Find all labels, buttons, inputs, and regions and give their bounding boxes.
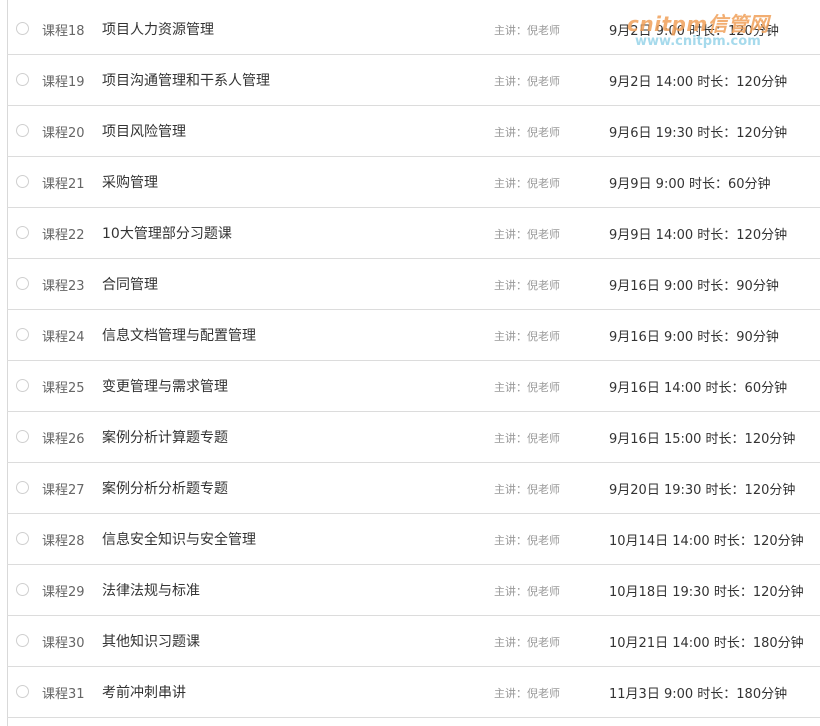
course-number: 课程28	[42, 534, 85, 549]
course-title[interactable]: 项目人力资源管理	[102, 19, 214, 39]
timeline-dot-icon	[16, 430, 29, 443]
course-teacher: 主讲：倪老师	[494, 381, 560, 394]
course-time: 10月14日 14:00 时长：120分钟	[609, 534, 804, 549]
course-title[interactable]: 变更管理与需求管理	[102, 376, 228, 396]
course-number: 课程27	[42, 483, 85, 498]
timeline-dot-icon	[16, 634, 29, 647]
course-time: 9月6日 19:30 时长：120分钟	[609, 126, 788, 141]
course-title[interactable]: 信息文档管理与配置管理	[102, 325, 256, 345]
course-title[interactable]: 案例分析分析题专题	[102, 478, 228, 498]
course-time: 9月16日 14:00 时长：60分钟	[609, 381, 788, 396]
course-number: 课程29	[42, 585, 85, 600]
course-number: 课程25	[42, 381, 85, 396]
course-teacher: 主讲：倪老师	[494, 330, 560, 343]
timeline-dot-icon	[16, 226, 29, 239]
timeline-dot-icon	[16, 277, 29, 290]
course-teacher: 主讲：倪老师	[494, 432, 560, 445]
course-row[interactable]: 课程26 案例分析计算题专题 主讲：倪老师 9月16日 15:00 时长：120…	[7, 413, 820, 463]
course-title[interactable]: 其他知识习题课	[102, 631, 200, 651]
course-row[interactable]: 课程19 项目沟通管理和干系人管理 主讲：倪老师 9月2日 14:00 时长：1…	[7, 56, 820, 106]
course-title[interactable]: 案例分析计算题专题	[102, 427, 228, 447]
course-row[interactable]: 课程24 信息文档管理与配置管理 主讲：倪老师 9月16日 9:00 时长：90…	[7, 311, 820, 361]
course-number: 课程21	[42, 177, 85, 192]
timeline-dot-icon	[16, 124, 29, 137]
course-teacher: 主讲：倪老师	[494, 75, 560, 88]
course-row[interactable]: 课程28 信息安全知识与安全管理 主讲：倪老师 10月14日 14:00 时长：…	[7, 515, 820, 565]
course-row[interactable]: 课程20 项目风险管理 主讲：倪老师 9月6日 19:30 时长：120分钟	[7, 107, 820, 157]
course-time: 9月16日 15:00 时长：120分钟	[609, 432, 796, 447]
course-teacher: 主讲：倪老师	[494, 483, 560, 496]
course-title[interactable]: 项目风险管理	[102, 121, 186, 141]
course-teacher: 主讲：倪老师	[494, 126, 560, 139]
course-title[interactable]: 考前冲刺串讲	[102, 682, 186, 702]
course-teacher: 主讲：倪老师	[494, 279, 560, 292]
course-number: 课程20	[42, 126, 85, 141]
course-number: 课程23	[42, 279, 85, 294]
course-row[interactable]: 课程29 法律法规与标准 主讲：倪老师 10月18日 19:30 时长：120分…	[7, 566, 820, 616]
timeline-dot-icon	[16, 175, 29, 188]
course-row[interactable]: 课程27 案例分析分析题专题 主讲：倪老师 9月20日 19:30 时长：120…	[7, 464, 820, 514]
course-time: 9月20日 19:30 时长：120分钟	[609, 483, 796, 498]
course-number: 课程30	[42, 636, 85, 651]
course-time: 9月9日 14:00 时长：120分钟	[609, 228, 788, 243]
course-time: 9月16日 9:00 时长：90分钟	[609, 279, 779, 294]
course-title[interactable]: 项目沟通管理和干系人管理	[102, 70, 270, 90]
course-teacher: 主讲：倪老师	[494, 24, 560, 37]
course-number: 课程18	[42, 24, 85, 39]
course-time: 10月21日 14:00 时长：180分钟	[609, 636, 804, 651]
timeline-dot-icon	[16, 583, 29, 596]
course-number: 课程31	[42, 687, 85, 702]
course-time: 10月18日 19:30 时长：120分钟	[609, 585, 804, 600]
course-time: 9月16日 9:00 时长：90分钟	[609, 330, 779, 345]
course-row[interactable]: 课程30 其他知识习题课 主讲：倪老师 10月21日 14:00 时长：180分…	[7, 617, 820, 667]
course-row[interactable]: 课程25 变更管理与需求管理 主讲：倪老师 9月16日 14:00 时长：60分…	[7, 362, 820, 412]
course-title[interactable]: 合同管理	[102, 274, 158, 294]
course-row[interactable]: 课程21 采购管理 主讲：倪老师 9月9日 9:00 时长：60分钟	[7, 158, 820, 208]
timeline-dot-icon	[16, 685, 29, 698]
timeline-dot-icon	[16, 328, 29, 341]
course-title[interactable]: 10大管理部分习题课	[102, 223, 232, 243]
course-teacher: 主讲：倪老师	[494, 687, 560, 700]
timeline-dot-icon	[16, 532, 29, 545]
timeline-dot-icon	[16, 22, 29, 35]
course-number: 课程19	[42, 75, 85, 90]
course-number: 课程22	[42, 228, 85, 243]
course-title[interactable]: 法律法规与标准	[102, 580, 200, 600]
course-title[interactable]: 采购管理	[102, 172, 158, 192]
course-teacher: 主讲：倪老师	[494, 585, 560, 598]
course-row[interactable]: 课程18 项目人力资源管理 主讲：倪老师 9月2日 9:00 时长：120分钟	[7, 5, 820, 55]
course-teacher: 主讲：倪老师	[494, 228, 560, 241]
course-schedule-list: 课程18 项目人力资源管理 主讲：倪老师 9月2日 9:00 时长：120分钟 …	[0, 0, 820, 726]
course-teacher: 主讲：倪老师	[494, 636, 560, 649]
course-teacher: 主讲：倪老师	[494, 534, 560, 547]
course-teacher: 主讲：倪老师	[494, 177, 560, 190]
course-row[interactable]: 课程23 合同管理 主讲：倪老师 9月16日 9:00 时长：90分钟	[7, 260, 820, 310]
course-number: 课程24	[42, 330, 85, 345]
course-time: 9月9日 9:00 时长：60分钟	[609, 177, 771, 192]
course-row[interactable]: 课程22 10大管理部分习题课 主讲：倪老师 9月9日 14:00 时长：120…	[7, 209, 820, 259]
timeline-dot-icon	[16, 379, 29, 392]
timeline-dot-icon	[16, 73, 29, 86]
course-number: 课程26	[42, 432, 85, 447]
course-time: 9月2日 14:00 时长：120分钟	[609, 75, 788, 90]
course-time: 11月3日 9:00 时长：180分钟	[609, 687, 788, 702]
course-time: 9月2日 9:00 时长：120分钟	[609, 24, 779, 39]
timeline-dot-icon	[16, 481, 29, 494]
course-row[interactable]: 课程31 考前冲刺串讲 主讲：倪老师 11月3日 9:00 时长：180分钟	[7, 668, 820, 718]
course-title[interactable]: 信息安全知识与安全管理	[102, 529, 256, 549]
